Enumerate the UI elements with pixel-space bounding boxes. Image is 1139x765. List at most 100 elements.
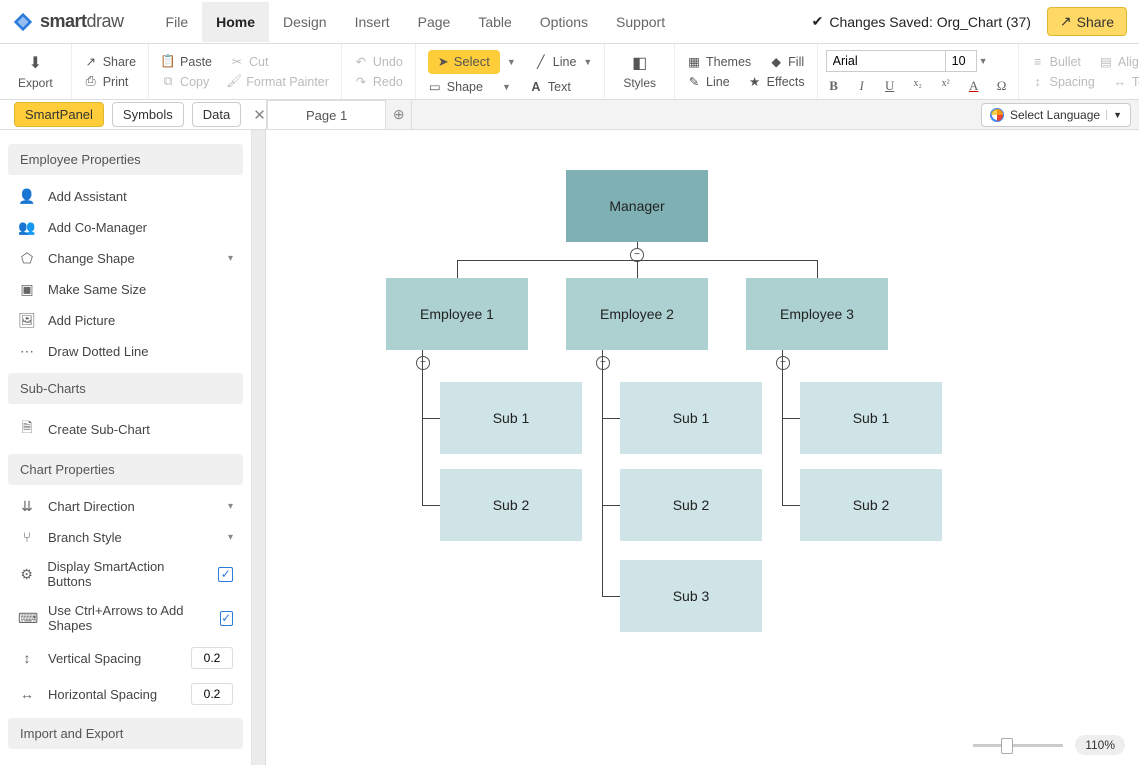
text-direction-button[interactable]: ↔Text Direction xyxy=(1109,73,1139,91)
connector xyxy=(422,418,440,419)
add-assistant[interactable]: 👤Add Assistant xyxy=(0,181,251,212)
menu-file[interactable]: File xyxy=(152,2,203,42)
spacing-button[interactable]: ↕Spacing xyxy=(1027,73,1099,91)
ribbon-shareprint-group: ↗Share ⎙Print xyxy=(72,44,149,99)
node-manager[interactable]: Manager xyxy=(566,170,708,242)
ribbon-print[interactable]: ⎙Print xyxy=(80,73,140,91)
zoom-handle[interactable] xyxy=(1001,738,1013,754)
node-sub1-c[interactable]: Sub 1 xyxy=(800,382,942,454)
chevron-down-icon[interactable]: ▼ xyxy=(1106,110,1122,120)
menu-page[interactable]: Page xyxy=(404,2,465,42)
align-button[interactable]: ▤Align xyxy=(1095,53,1139,71)
branch-style[interactable]: ⑂Branch Style▾ xyxy=(0,522,251,552)
format-painter-button[interactable]: 🖌Format Painter xyxy=(223,73,333,91)
menu-insert[interactable]: Insert xyxy=(341,2,404,42)
text-tool[interactable]: AText xyxy=(525,78,575,96)
underline-button[interactable]: U xyxy=(882,78,898,94)
chevron-down-icon[interactable]: ▼ xyxy=(583,57,592,67)
paste-button[interactable]: 📋Paste xyxy=(157,53,216,71)
effects-button[interactable]: ★Effects xyxy=(744,73,809,91)
export-button[interactable]: ⬇Export xyxy=(8,53,63,90)
italic-button[interactable]: I xyxy=(854,78,870,94)
line-style-button[interactable]: ✎Line xyxy=(683,73,734,91)
node-sub2-b[interactable]: Sub 2 xyxy=(620,469,762,541)
ribbon-share[interactable]: ↗Share xyxy=(80,53,140,71)
node-employee2[interactable]: Employee 2 xyxy=(566,278,708,350)
zoom-slider[interactable] xyxy=(973,744,1063,747)
redo-icon: ↷ xyxy=(354,75,368,89)
checkbox-checked-icon[interactable]: ✓ xyxy=(218,567,233,582)
superscript-button[interactable]: x² xyxy=(938,78,954,94)
tab-data[interactable]: Data xyxy=(192,102,241,127)
cut-button[interactable]: ✂Cut xyxy=(226,53,272,71)
share-icon: ↗ xyxy=(84,55,98,69)
cursor-icon: ➤ xyxy=(438,54,449,70)
collapse-handle[interactable]: − xyxy=(776,356,790,370)
share-button[interactable]: ↗ Share xyxy=(1047,7,1127,36)
keyboard-icon: ⌨ xyxy=(18,610,36,627)
node-employee1[interactable]: Employee 1 xyxy=(386,278,528,350)
language-picker[interactable]: Select Language ▼ xyxy=(981,103,1131,127)
copy-button[interactable]: ⧉Copy xyxy=(157,73,213,91)
chart-direction[interactable]: ⇊Chart Direction▾ xyxy=(0,491,251,522)
select-tool[interactable]: ➤Select▼ xyxy=(424,48,520,76)
menu-home[interactable]: Home xyxy=(202,2,269,42)
connector xyxy=(457,260,458,278)
collapse-handle[interactable]: − xyxy=(416,356,430,370)
change-shape[interactable]: ⬠Change Shape▾ xyxy=(0,243,251,274)
tab-symbols[interactable]: Symbols xyxy=(112,102,184,127)
font-color-button[interactable]: A xyxy=(966,78,982,94)
symbol-button[interactable]: Ω xyxy=(994,78,1010,94)
close-panel-icon[interactable]: ✕ xyxy=(253,106,266,124)
menu-table[interactable]: Table xyxy=(464,2,525,42)
use-ctrl-arrows[interactable]: ⌨Use Ctrl+Arrows to Add Shapes✓ xyxy=(0,596,251,640)
node-sub2-a[interactable]: Sub 2 xyxy=(440,469,582,541)
subscript-button[interactable]: x₂ xyxy=(910,78,926,94)
hspacing-input[interactable] xyxy=(191,683,233,705)
menu-options[interactable]: Options xyxy=(526,2,602,42)
add-picture[interactable]: 🖼Add Picture xyxy=(0,305,251,336)
tab-smartpanel[interactable]: SmartPanel xyxy=(14,102,104,127)
import-from-file[interactable]: ☁Import from File xyxy=(0,755,251,765)
connector xyxy=(422,505,440,506)
shape-tool[interactable]: ▭Shape▼ xyxy=(424,78,515,96)
font-size-input[interactable] xyxy=(945,50,977,72)
redo-button[interactable]: ↷Redo xyxy=(350,73,407,91)
doc-tab-page1[interactable]: Page 1 xyxy=(267,100,386,129)
undo-button[interactable]: ↶Undo xyxy=(350,53,407,71)
node-sub3-b[interactable]: Sub 3 xyxy=(620,560,762,632)
ribbon-export-group: ⬇Export xyxy=(0,44,72,99)
checkbox-checked-icon[interactable]: ✓ xyxy=(220,611,233,626)
node-sub1-b[interactable]: Sub 1 xyxy=(620,382,762,454)
canvas[interactable]: Manager − Employee 1 Employee 2 Employee… xyxy=(266,130,1139,765)
star-icon: ★ xyxy=(748,75,762,89)
create-sub-chart[interactable]: 🗎Create Sub-Chart xyxy=(0,410,251,448)
branch-icon: ⑂ xyxy=(18,529,36,545)
collapse-handle[interactable]: − xyxy=(596,356,610,370)
sidebar-scrollbar[interactable] xyxy=(252,130,266,765)
fill-button[interactable]: ◆Fill xyxy=(765,53,808,71)
bold-button[interactable]: B xyxy=(826,78,842,94)
font-name-input[interactable] xyxy=(826,50,946,72)
node-employee3[interactable]: Employee 3 xyxy=(746,278,888,350)
themes-button[interactable]: ▦Themes xyxy=(683,53,755,71)
node-sub2-c[interactable]: Sub 2 xyxy=(800,469,942,541)
vspacing-input[interactable] xyxy=(191,647,233,669)
panel-tabs: SmartPanel Symbols Data ✕ xyxy=(0,100,266,129)
chevron-down-icon[interactable]: ▼ xyxy=(979,56,988,66)
draw-dotted-line[interactable]: ⋯Draw Dotted Line xyxy=(0,336,251,367)
line-tool[interactable]: ╱Line▼ xyxy=(530,48,597,76)
bullet-button[interactable]: ≡Bullet xyxy=(1027,53,1085,71)
make-same-size[interactable]: ▣Make Same Size xyxy=(0,274,251,305)
node-sub1-a[interactable]: Sub 1 xyxy=(440,382,582,454)
display-smartaction[interactable]: ⚙Display SmartAction Buttons✓ xyxy=(0,552,251,596)
zoom-percentage[interactable]: 110% xyxy=(1075,735,1125,755)
menu-support[interactable]: Support xyxy=(602,2,679,42)
add-co-manager[interactable]: 👥Add Co-Manager xyxy=(0,212,251,243)
line-icon: ╱ xyxy=(534,55,548,69)
chevron-down-icon[interactable]: ▼ xyxy=(507,57,516,67)
chevron-down-icon[interactable]: ▼ xyxy=(502,82,511,92)
menu-design[interactable]: Design xyxy=(269,2,341,42)
styles-button[interactable]: ◧Styles xyxy=(613,53,666,90)
add-page-button[interactable]: ⊕ xyxy=(386,100,412,129)
